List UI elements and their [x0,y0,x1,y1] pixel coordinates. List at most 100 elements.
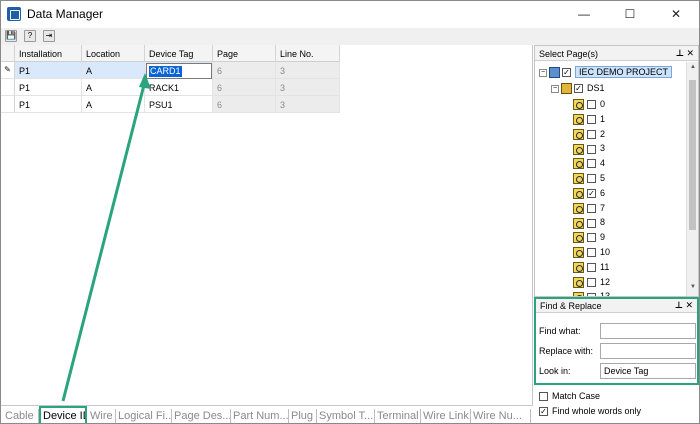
tab-device-id[interactable]: Device ID [39,406,87,423]
tab-plug[interactable]: Plug [289,409,317,423]
tab-logical-fi[interactable]: Logical Fi... [116,409,172,423]
find-replace-header: Find & Replace ⊥ ✕ [536,299,697,313]
data-manager-window: Data Manager — ☐ ✕ 💾 ? ⇥ Installation Lo… [0,0,700,424]
tab-wire-nu[interactable]: Wire Nu... [471,409,531,423]
close-icon[interactable]: ✕ [685,300,693,310]
tab-terminal[interactable]: Terminal [375,409,421,423]
tree-page-node[interactable]: 5 [573,172,605,186]
project-checkbox[interactable]: ✓ [562,68,571,78]
tree-page-node[interactable]: 8 [573,216,605,230]
column-header-page[interactable]: Page [213,45,276,62]
tree-scrollbar[interactable]: ▲ ▼ [686,62,698,296]
page-checkbox[interactable] [587,159,596,169]
tree-page-node[interactable]: 13 [573,290,610,296]
tree-page-node[interactable]: 12 [573,276,610,290]
cell-line-no: 3 [276,96,340,113]
scroll-up-icon[interactable]: ▲ [687,64,699,74]
tree-page-node[interactable]: 3 [573,142,605,156]
close-button[interactable]: ✕ [653,1,699,28]
location-icon [561,83,572,95]
page-checkbox[interactable] [587,203,596,213]
cell-device-tag[interactable]: PSU1 [145,96,213,113]
page-checkbox[interactable] [587,114,596,124]
tree-page-node[interactable]: ✓ 6 [573,187,605,201]
pin-icon[interactable]: ⊥ [676,48,684,58]
page-checkbox[interactable] [587,262,596,272]
column-header-location[interactable]: Location [82,45,145,62]
page-number-label: 6 [600,187,606,198]
page-checkbox[interactable] [587,174,596,184]
cell-installation[interactable]: P1 [15,62,82,79]
tree-page-node[interactable]: 0 [573,98,605,112]
page-icon [573,291,584,296]
cell-location[interactable]: A [82,79,145,96]
tab-cable[interactable]: Cable [3,409,39,423]
page-icon [573,276,584,288]
tab-wire[interactable]: Wire [88,409,116,423]
tree-page-node[interactable]: 7 [573,202,605,216]
page-icon [573,261,584,273]
page-checkbox[interactable] [587,144,596,154]
find-what-input[interactable] [600,323,696,339]
tab-wire-link[interactable]: Wire Link [421,409,471,423]
pin-icon[interactable]: ⊥ [675,300,683,310]
cell-location[interactable]: A [82,62,145,79]
row-edit-icon[interactable]: ✎ [1,62,15,79]
column-header-device-tag[interactable]: Device Tag [145,45,213,62]
tree-page-node[interactable]: 10 [573,246,610,260]
cell-location[interactable]: A [82,96,145,113]
page-number-label: 0 [600,99,606,109]
page-checkbox[interactable] [587,218,596,228]
minimize-button[interactable]: — [561,1,607,28]
tree-page-node[interactable]: 1 [573,113,605,127]
collapse-icon[interactable]: − [539,68,547,77]
cell-device-tag[interactable]: RACK1 [145,79,213,96]
page-checkbox[interactable] [587,277,596,287]
page-checkbox[interactable] [587,100,596,110]
row-header[interactable] [1,79,15,96]
page-checkbox[interactable]: ✓ [587,188,596,198]
save-icon[interactable]: 💾 [5,30,17,42]
whole-words-checkbox[interactable]: ✓ [539,407,548,417]
tree-page-node[interactable]: 4 [573,157,605,171]
tab-symbol-t[interactable]: Symbol T... [317,409,375,423]
page-checkbox[interactable] [587,233,596,243]
page-checkbox[interactable] [587,292,596,296]
tab-page-des[interactable]: Page Des... [172,409,231,423]
page-checkbox[interactable] [587,248,596,258]
scrollbar-thumb[interactable] [689,80,696,230]
tree-location-node[interactable]: − ✓ DS1 [551,82,605,96]
select-pages-header: Select Page(s) ⊥ ✕ [535,46,698,61]
maximize-button[interactable]: ☐ [607,1,653,28]
page-checkbox[interactable] [587,129,596,139]
column-header-installation[interactable]: Installation [15,45,82,62]
match-case-checkbox[interactable] [539,392,548,402]
close-icon[interactable]: ✕ [686,48,694,58]
scroll-down-icon[interactable]: ▼ [687,284,699,294]
match-case-option[interactable]: Match Case [539,390,600,404]
column-header-line-no[interactable]: Line No. [276,45,340,62]
exit-icon[interactable]: ⇥ [43,30,55,42]
tab-part-num[interactable]: Part Num... [231,409,289,423]
tree-project-node[interactable]: − ✓ IEC DEMO PROJECT [539,66,673,80]
cell-page: 6 [213,96,276,113]
cell-installation[interactable]: P1 [15,79,82,96]
collapse-icon[interactable]: − [551,84,559,93]
tree-page-node[interactable]: 2 [573,128,605,142]
cell-installation[interactable]: P1 [15,96,82,113]
select-pages-panel: Select Page(s) ⊥ ✕ − ✓ IEC DEMO PROJECT − ✓… [534,45,699,297]
look-in-select[interactable]: Device Tag [600,363,696,379]
row-header[interactable] [1,96,15,113]
tree-page-node[interactable]: 11 [573,261,609,275]
location-checkbox[interactable]: ✓ [574,84,583,94]
find-replace-panel: Find & Replace ⊥ ✕ Find what: Replace wi… [534,297,699,385]
match-case-label: Match Case [552,391,601,401]
replace-with-input[interactable] [600,343,696,359]
help-icon[interactable]: ? [24,30,36,42]
device-tag-edit-input[interactable]: CARD1 [146,63,212,79]
cell-page: 6 [213,79,276,96]
page-number-label: 3 [600,143,606,154]
app-icon [7,7,21,21]
tree-page-node[interactable]: 9 [573,231,605,245]
whole-words-option[interactable]: ✓ Find whole words only [539,405,641,419]
